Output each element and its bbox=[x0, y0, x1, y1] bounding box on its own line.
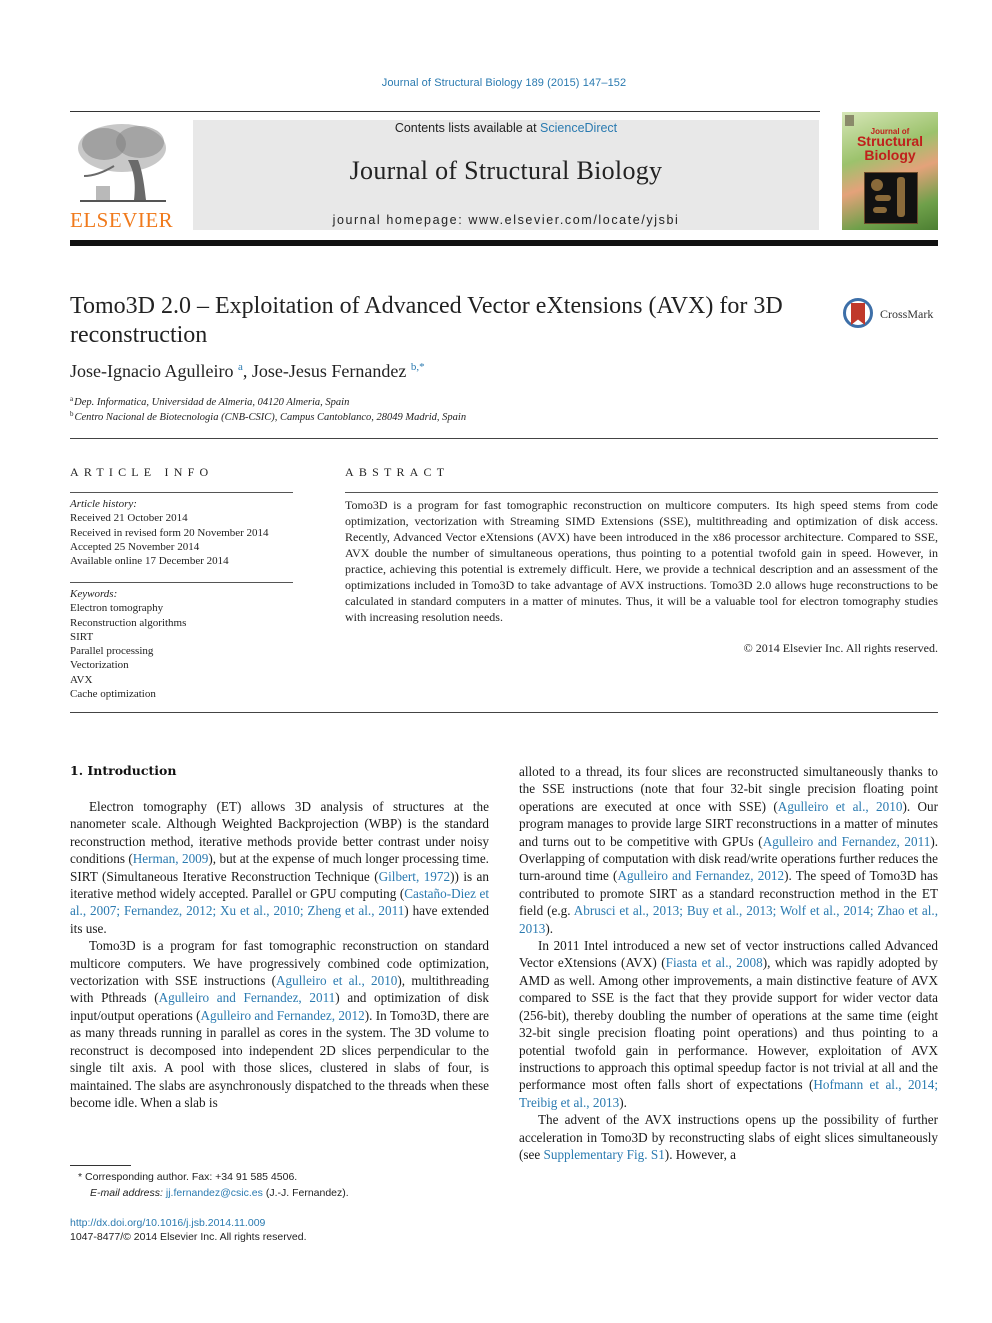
header-rule bbox=[70, 111, 820, 112]
history-item: Received 21 October 2014 bbox=[70, 512, 188, 525]
body-paragraph: In 2011 Intel introduced a new set of ve… bbox=[519, 937, 938, 1111]
body-paragraph: Tomo3D is a program for fast tomographic… bbox=[70, 937, 489, 1111]
keyword: Parallel processing bbox=[70, 645, 154, 658]
article-info-heading: ARTICLE INFO bbox=[70, 465, 214, 479]
email-label: E-mail address: bbox=[90, 1187, 166, 1199]
corresponding-text: Corresponding author. Fax: +34 91 585 45… bbox=[85, 1171, 298, 1183]
citation-link[interactable]: Agulleiro et al., 2010 bbox=[778, 799, 903, 814]
history-label: Article history: bbox=[70, 498, 137, 510]
crossmark-badge[interactable]: CrossMark bbox=[843, 298, 943, 334]
body-paragraph: Electron tomography (ET) allows 3D analy… bbox=[70, 798, 489, 937]
keyword: Cache optimization bbox=[70, 688, 156, 701]
keyword: Vectorization bbox=[70, 659, 129, 672]
author-list: Jose-Ignacio Agulleiro a, Jose-Jesus Fer… bbox=[70, 361, 425, 382]
issn-copyright: 1047-8477/© 2014 Elsevier Inc. All right… bbox=[70, 1231, 307, 1243]
body-column-left: Electron tomography (ET) allows 3D analy… bbox=[70, 798, 489, 1111]
corresponding-author-note: * Corresponding author. Fax: +34 91 585 … bbox=[78, 1171, 297, 1183]
contents-prefix: Contents lists available at bbox=[394, 121, 541, 135]
contents-line: Contents lists available at ScienceDirec… bbox=[193, 121, 819, 135]
article-info-rule bbox=[70, 492, 293, 493]
citation-link[interactable]: Agulleiro and Fernandez, 2011 bbox=[763, 834, 931, 849]
citation-link[interactable]: Agulleiro and Fernandez, 2012 bbox=[201, 1008, 365, 1023]
journal-homepage[interactable]: journal homepage: www.elsevier.com/locat… bbox=[193, 213, 819, 227]
history-item: Accepted 25 November 2014 bbox=[70, 540, 200, 553]
body-text: ). bbox=[545, 920, 554, 936]
tree-icon bbox=[78, 124, 166, 202]
citation-link[interactable]: Fiasta et al., 2008 bbox=[666, 955, 763, 970]
citation-link[interactable]: Agulleiro and Fernandez, 2011 bbox=[159, 990, 336, 1005]
elsevier-logo[interactable]: ELSEVIER bbox=[70, 120, 174, 232]
abstract-copyright: © 2014 Elsevier Inc. All rights reserved… bbox=[743, 641, 938, 655]
citation-link[interactable]: Agulleiro et al., 2010 bbox=[276, 973, 397, 988]
footnote-rule bbox=[70, 1165, 131, 1166]
author-separator: , bbox=[242, 361, 252, 381]
journal-name: Journal of Structural Biology bbox=[349, 156, 663, 185]
affiliation-text: Dep. Informatica, Universidad de Almeria… bbox=[74, 397, 350, 408]
section-rule bbox=[70, 438, 938, 439]
citation-link[interactable]: Herman, 2009 bbox=[133, 851, 209, 866]
section-rule bbox=[70, 712, 938, 713]
cover-title-line2: Structural bbox=[856, 133, 924, 149]
article-info-rule bbox=[70, 582, 293, 583]
abstract-text: Tomo3D is a program for fast tomographic… bbox=[345, 498, 938, 624]
header-thick-rule bbox=[70, 240, 938, 246]
citation-link[interactable]: Supplementary Fig. S1 bbox=[544, 1147, 665, 1162]
history-item: Received in revised form 20 November 201… bbox=[70, 526, 269, 539]
cover-molecule-image bbox=[864, 172, 918, 224]
cover-title: Structural Biology bbox=[842, 134, 938, 162]
body-text: ). However, a bbox=[664, 1146, 737, 1162]
body-text: ), which was rapidly adopted by AMD as w… bbox=[519, 955, 938, 1093]
body-paragraph: The advent of the AVX instructions opens… bbox=[519, 1111, 938, 1163]
elsevier-badge-icon bbox=[845, 115, 854, 126]
keyword: Electron tomography bbox=[70, 602, 164, 615]
citation-link[interactable]: Gilbert, 1972 bbox=[379, 869, 450, 884]
abstract-rule bbox=[345, 492, 938, 493]
sciencedirect-link[interactable]: ScienceDirect bbox=[540, 121, 617, 135]
body-column-right: alloted to a thread, its four slices are… bbox=[519, 763, 938, 1163]
abstract-heading: ABSTRACT bbox=[345, 465, 450, 479]
elsevier-wordmark: ELSEVIER bbox=[70, 208, 174, 232]
affiliation-text: Centro Nacional de Biotecnologia (CNB-CS… bbox=[74, 412, 467, 423]
footnote-mark: * bbox=[78, 1171, 83, 1183]
affiliation-mark[interactable]: b,* bbox=[411, 361, 425, 373]
citation-link[interactable]: Abrusci et al., 2013; Buy et al., 2013; … bbox=[519, 903, 938, 935]
email-link[interactable]: jj.fernandez@csic.es bbox=[166, 1187, 263, 1199]
journal-masthead: Contents lists available at ScienceDirec… bbox=[193, 120, 819, 230]
author-name: Jose-Ignacio Agulleiro bbox=[70, 361, 234, 381]
keyword: Reconstruction algorithms bbox=[70, 616, 187, 629]
body-text: ). bbox=[619, 1094, 627, 1110]
doi-link[interactable]: http://dx.doi.org/10.1016/j.jsb.2014.11.… bbox=[70, 1217, 265, 1229]
journal-cover[interactable]: Journal of Structural Biology bbox=[842, 112, 938, 230]
body-text: ). In Tomo3D, there are as many threads … bbox=[70, 1007, 489, 1110]
keywords: Keywords: Electron tomography Reconstruc… bbox=[70, 587, 300, 701]
keywords-label: Keywords: bbox=[70, 588, 118, 600]
article-title: Tomo3D 2.0 – Exploitation of Advanced Ve… bbox=[70, 293, 783, 348]
affiliation-marker: a bbox=[70, 395, 74, 403]
email-suffix: (J.-J. Fernandez). bbox=[262, 1187, 349, 1199]
cover-title-line3: Biology bbox=[864, 147, 916, 163]
article-history: Article history: Received 21 October 201… bbox=[70, 497, 300, 568]
author-name: Jose-Jesus Fernandez bbox=[251, 361, 407, 381]
affiliation: bCentro Nacional de Biotecnologia (CNB-C… bbox=[70, 410, 466, 423]
journal-citation[interactable]: Journal of Structural Biology 189 (2015)… bbox=[0, 77, 992, 89]
keyword: SIRT bbox=[70, 630, 94, 643]
history-item: Available online 17 December 2014 bbox=[70, 555, 229, 568]
keyword: AVX bbox=[70, 673, 93, 686]
body-paragraph: alloted to a thread, its four slices are… bbox=[519, 763, 938, 937]
citation-link[interactable]: Agulleiro and Fernandez, 2012 bbox=[617, 868, 784, 883]
affiliation-marker: b bbox=[70, 410, 74, 418]
email-note: E-mail address: jj.fernandez@csic.es (J.… bbox=[90, 1187, 349, 1199]
affiliation: aDep. Informatica, Universidad de Almeri… bbox=[70, 395, 349, 408]
section-heading: 1. Introduction bbox=[70, 763, 177, 778]
crossmark-label: CrossMark bbox=[880, 307, 934, 321]
